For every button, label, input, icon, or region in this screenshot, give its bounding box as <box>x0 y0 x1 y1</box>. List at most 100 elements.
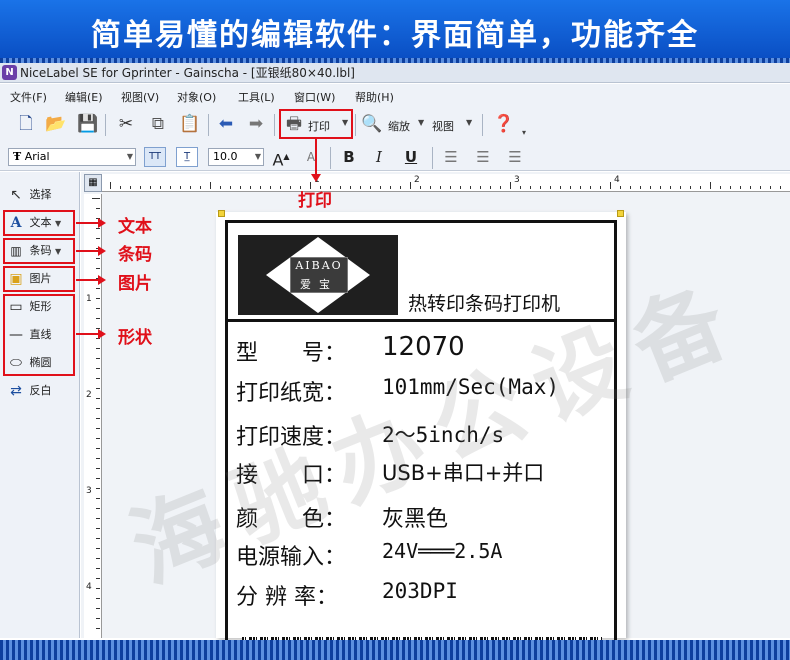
tool-invert[interactable]: ⇄ 反白 <box>6 380 52 402</box>
menu-object[interactable]: 对象(O) <box>177 89 216 105</box>
shrink-font-icon[interactable]: A <box>300 147 322 167</box>
chevron-down-icon[interactable]: ▼ <box>418 118 424 127</box>
toolbar-divider <box>355 114 356 136</box>
tool-select[interactable]: ↖ 选择 <box>6 184 52 206</box>
aibao-logo[interactable]: AIBAO 爱宝 <box>238 235 398 315</box>
menu-window[interactable]: 窗口(W) <box>294 89 335 105</box>
chevron-down-icon[interactable]: ▼ <box>255 149 261 165</box>
menu-tools[interactable]: 工具(L) <box>238 89 275 105</box>
paste-icon[interactable]: 📋 <box>178 112 202 136</box>
spec-value: 灰黑色 <box>382 507 449 532</box>
menu-help[interactable]: 帮助(H) <box>355 89 394 105</box>
ruler-number: 1 <box>86 294 92 304</box>
menu-file[interactable]: 文件(F) <box>10 89 47 105</box>
help-icon[interactable]: ❓ <box>492 112 516 136</box>
ruler-tick <box>170 186 171 189</box>
toolbar-divider <box>432 147 433 169</box>
ruler-tick <box>620 186 621 189</box>
zoom-icon[interactable]: 🔍 <box>360 112 384 136</box>
print-annotation: 打印 <box>298 191 332 211</box>
font-name-value: Arial <box>24 150 50 163</box>
open-folder-icon[interactable]: 📂 <box>44 112 68 136</box>
label-sheet[interactable]: AIBAO 爱宝 热转印条码打印机 型 号： 12070 打印纸宽： 101mm… <box>216 210 626 660</box>
vertical-ruler: 1 2 3 4 <box>84 194 102 638</box>
ruler-tick <box>96 468 100 469</box>
selection-handle[interactable] <box>617 210 624 217</box>
zoom-button[interactable]: 缩放 <box>388 118 410 134</box>
design-canvas[interactable]: ▦ 1 2 3 4 1 2 3 4 AIBAO 爱宝 热转印条码打印机 型 号： <box>81 172 790 660</box>
menu-view[interactable]: 视图(V) <box>121 89 159 105</box>
shape-tools-highlight <box>3 294 75 376</box>
ruler-tick <box>730 186 731 189</box>
toolbar-overflow-icon[interactable]: ▾ <box>522 128 526 137</box>
ruler-tick <box>96 408 100 409</box>
text-color-toggle[interactable]: T̲ <box>176 147 198 167</box>
tool-invert-label: 反白 <box>29 384 52 397</box>
ruler-tick <box>96 478 100 479</box>
shape-annotation: 形状 <box>118 328 152 348</box>
ruler-tick <box>650 186 651 189</box>
label-divider[interactable] <box>228 319 614 322</box>
logo-plate: AIBAO 爱宝 <box>290 257 348 293</box>
pointer-icon: ↖ <box>10 187 22 203</box>
ruler-tick <box>510 182 511 189</box>
grow-font-icon[interactable]: A▲ <box>270 147 292 169</box>
ruler-tick <box>540 186 541 189</box>
redo-icon[interactable]: ➡ <box>244 112 268 136</box>
ruler-tick <box>96 578 100 579</box>
ruler-number: 2 <box>86 390 92 400</box>
spec-value: 203DPI <box>382 579 458 603</box>
align-center-icon[interactable]: ☰ <box>472 147 494 167</box>
cut-icon[interactable]: ✂ <box>114 112 138 136</box>
bold-button[interactable]: B <box>338 147 360 167</box>
text-arrow-line <box>76 222 100 224</box>
banner-title: 简单易懂的编辑软件：界面简单，功能齐全 <box>91 18 699 53</box>
ruler-tick <box>720 186 721 189</box>
font-name-select[interactable]: Ŧ Arial ▼ <box>8 148 136 166</box>
view-button[interactable]: 视图 <box>432 118 454 134</box>
underline-button[interactable]: U <box>400 147 422 167</box>
ruler-tick <box>110 182 111 189</box>
format-toolbar: Ŧ Arial ▼ TT T̲ 10.0 ▼ A▲ A B I U ☰ ☰ ☰ <box>0 144 790 171</box>
ruler-tick <box>680 186 681 189</box>
text-style-toggle[interactable]: TT <box>144 147 166 167</box>
align-right-icon[interactable]: ☰ <box>504 147 526 167</box>
text-arrow-head <box>98 218 106 228</box>
ruler-tick <box>370 186 371 189</box>
ruler-tick <box>610 182 611 189</box>
italic-button[interactable]: I <box>368 147 390 167</box>
text-annotation: 文本 <box>118 217 152 237</box>
spec-value: 24V═══2.5A <box>382 539 503 563</box>
ruler-number: 4 <box>614 175 620 185</box>
ruler-tick <box>270 186 271 189</box>
font-size-select[interactable]: 10.0 ▼ <box>208 148 264 166</box>
chevron-down-icon[interactable]: ▼ <box>466 118 472 127</box>
ruler-tick <box>96 288 100 289</box>
ruler-tick <box>96 518 100 519</box>
ruler-tick <box>630 186 631 189</box>
barcode-tool-highlight <box>3 238 75 264</box>
text-tool-highlight <box>3 210 75 236</box>
toolbar-divider <box>482 114 483 136</box>
ruler-corner-icon[interactable]: ▦ <box>84 174 102 192</box>
ruler-tick <box>260 186 261 189</box>
menu-edit[interactable]: 编辑(E) <box>65 89 103 105</box>
selection-handle[interactable] <box>218 210 225 217</box>
window-title: NiceLabel SE for Gprinter - Gainscha - [… <box>20 66 355 80</box>
save-icon[interactable]: 💾 <box>76 112 100 136</box>
shape-arrow-line <box>76 333 100 335</box>
label-title[interactable]: 热转印条码打印机 <box>408 289 560 316</box>
tool-select-label: 选择 <box>29 188 52 201</box>
align-left-icon[interactable]: ☰ <box>440 147 462 167</box>
ruler-tick <box>96 258 100 259</box>
spec-label: 型 号： <box>236 341 347 366</box>
ruler-tick <box>230 186 231 189</box>
spec-label: 接 口： <box>236 463 347 488</box>
ruler-number: 3 <box>514 175 520 185</box>
ruler-tick <box>96 498 100 499</box>
new-file-icon[interactable]: 🗋 <box>14 112 38 136</box>
ruler-tick <box>120 186 121 189</box>
copy-icon[interactable]: ⧉ <box>146 112 170 136</box>
chevron-down-icon[interactable]: ▼ <box>127 149 133 165</box>
undo-icon[interactable]: ⬅ <box>214 112 238 136</box>
